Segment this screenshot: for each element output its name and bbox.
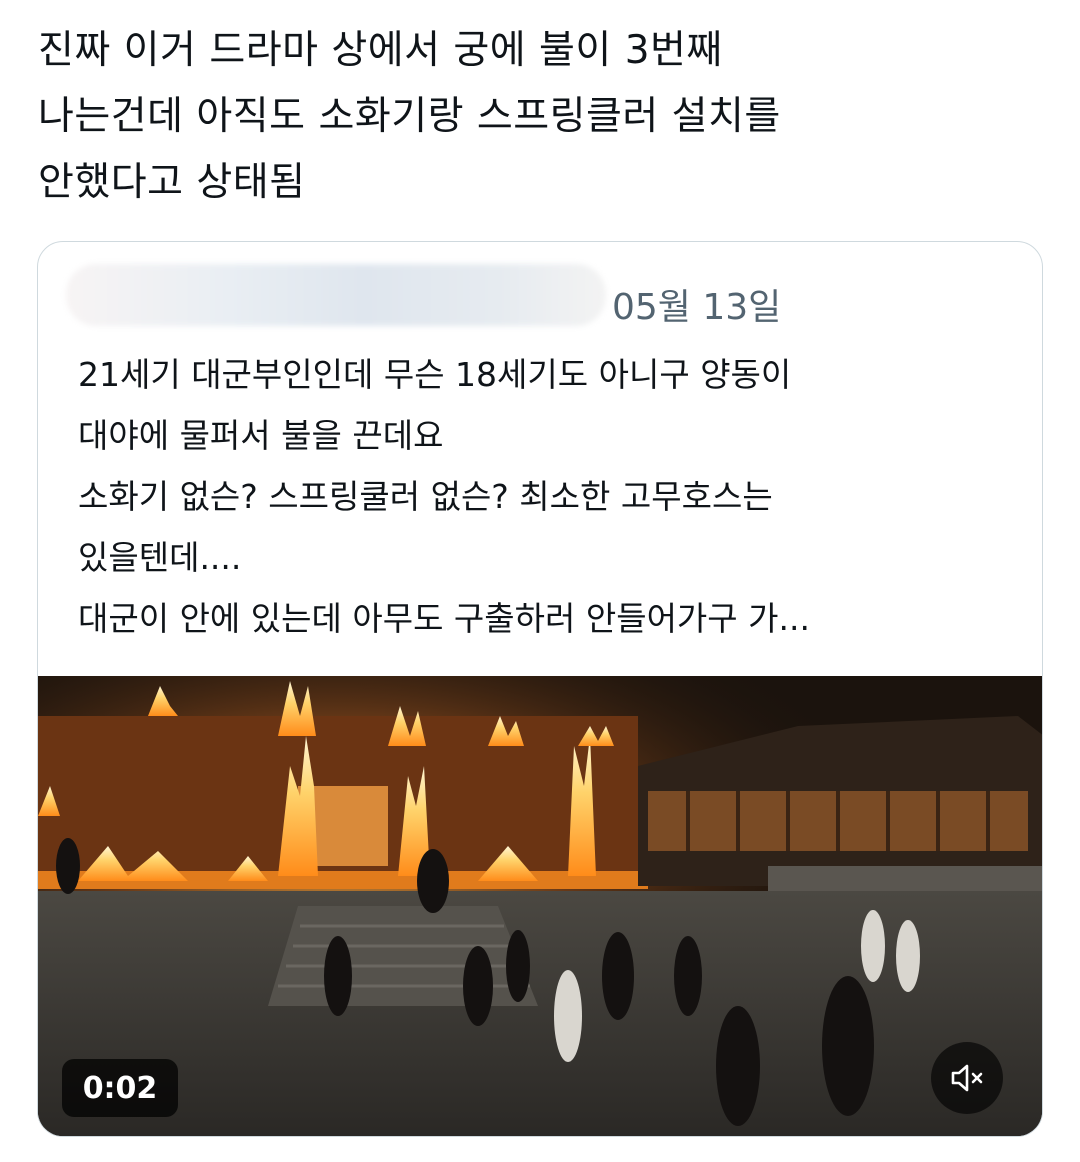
- speaker-muted-icon: [951, 1064, 983, 1092]
- quote-text: 21세기 대군부인인데 무슨 18세기도 아니구 양동이 대야에 물퍼서 불을 …: [78, 355, 810, 638]
- video-frame: [38, 676, 1042, 1136]
- tweet-text: 진짜 이거 드라마 상에서 궁에 불이 3번째 나는건데 아직도 소화기랑 스프…: [38, 28, 781, 205]
- quoted-tweet-card[interactable]: 05월 13일 21세기 대군부인인데 무슨 18세기도 아니구 양동이 대야에…: [37, 241, 1043, 1137]
- mute-button[interactable]: [931, 1042, 1003, 1114]
- quote-header: 05월 13일: [38, 242, 1042, 352]
- video-player[interactable]: 0:02: [38, 676, 1042, 1136]
- blurred-author-name: [66, 264, 606, 326]
- quote-date: 05월 13일: [612, 287, 782, 328]
- video-timestamp: 0:02: [62, 1059, 178, 1117]
